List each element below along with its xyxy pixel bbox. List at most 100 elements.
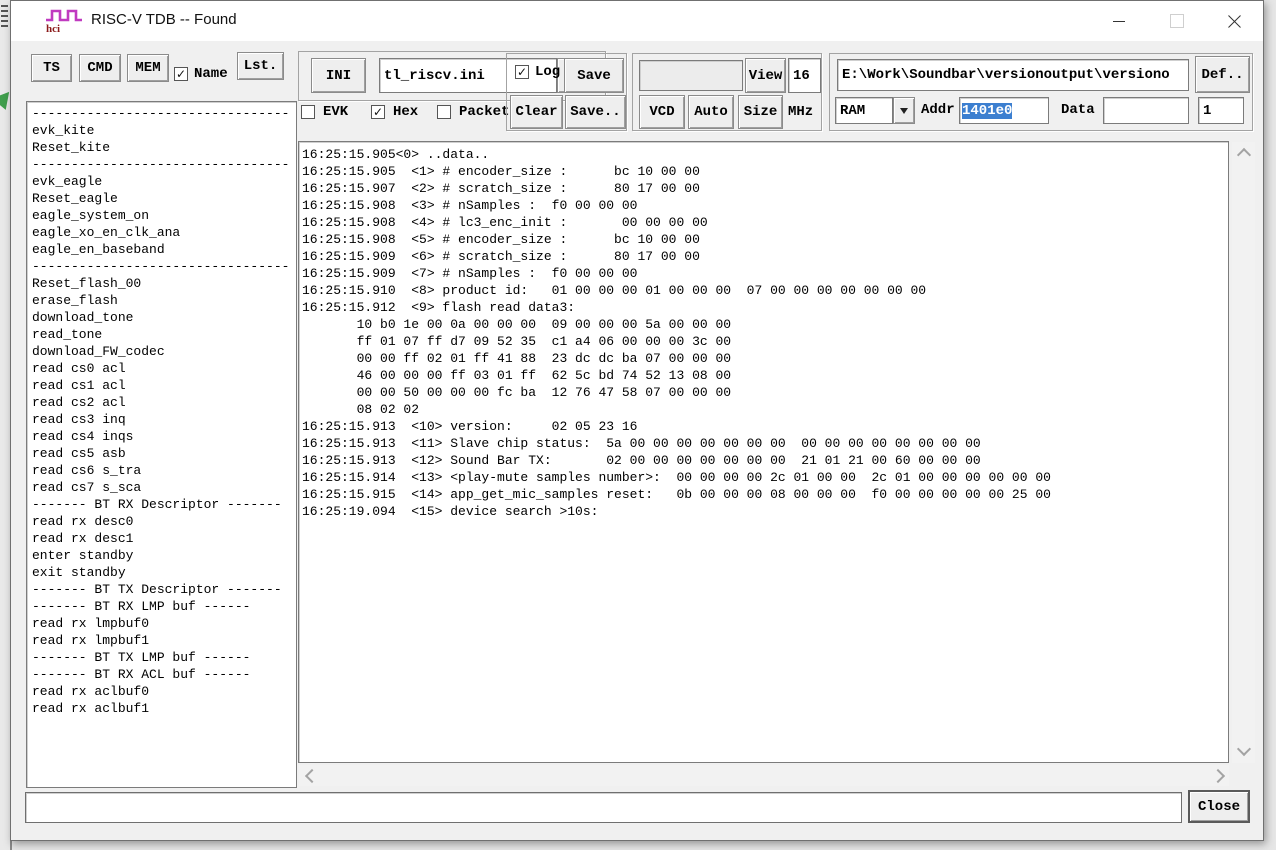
log-checkbox[interactable]: ✓: [515, 65, 529, 79]
scroll-left-icon[interactable]: [305, 769, 319, 783]
size-button[interactable]: Size: [738, 95, 783, 129]
mem-button[interactable]: MEM: [127, 54, 169, 82]
repeat-count-input[interactable]: 1: [1198, 97, 1244, 124]
command-list-item[interactable]: ------- BT RX LMP buf ------: [32, 598, 291, 615]
log-line: 08 02 02: [302, 401, 1225, 418]
view-value-field[interactable]: [639, 60, 743, 91]
command-list-item[interactable]: read rx desc0: [32, 513, 291, 530]
data-input[interactable]: [1103, 97, 1189, 124]
output-path-field[interactable]: E:\Work\Soundbar\versionoutput\versiono: [837, 59, 1189, 91]
close-button[interactable]: Close: [1189, 791, 1249, 822]
command-list-item[interactable]: read cs2 acl: [32, 394, 291, 411]
command-list-item[interactable]: Reset_flash_00: [32, 275, 291, 292]
lst-button[interactable]: Lst.: [237, 52, 284, 80]
command-list-item[interactable]: read cs1 acl: [32, 377, 291, 394]
close-window-button[interactable]: [1211, 7, 1257, 35]
command-list-item[interactable]: evk_kite: [32, 122, 291, 139]
addr-selected-text: 1401e0: [962, 103, 1012, 119]
hci-waveform-icon: hci: [43, 8, 87, 34]
scroll-up-icon[interactable]: [1237, 148, 1251, 162]
command-list-item[interactable]: evk_eagle: [32, 173, 291, 190]
log-line: 16:25:15.914 <13> <play-mute samples num…: [302, 469, 1225, 486]
log-output-panel[interactable]: 16:25:15.905<0> ..data..16:25:15.905 <1>…: [298, 141, 1229, 763]
auto-button[interactable]: Auto: [688, 95, 734, 129]
clear-button[interactable]: Clear: [510, 95, 563, 129]
memory-type-dropdown-button[interactable]: [893, 97, 915, 124]
maximize-button[interactable]: [1154, 7, 1200, 35]
addr-input[interactable]: 1401e0: [959, 97, 1049, 124]
hex-checkbox[interactable]: ✓: [371, 105, 385, 119]
command-list-item[interactable]: read cs4 inqs: [32, 428, 291, 445]
log-line: 16:25:15.905 <1> # encoder_size : bc 10 …: [302, 163, 1225, 180]
log-line: 16:25:15.913 <12> Sound Bar TX: 02 00 00…: [302, 452, 1225, 469]
command-list-item[interactable]: read cs5 asb: [32, 445, 291, 462]
command-list-item[interactable]: ------- BT RX ACL buf ------: [32, 666, 291, 683]
command-list-item[interactable]: enter standby: [32, 547, 291, 564]
command-list-item[interactable]: read cs6 s_tra: [32, 462, 291, 479]
command-list-item[interactable]: read_tone: [32, 326, 291, 343]
command-list-item[interactable]: ---------------------------------: [32, 258, 291, 275]
scroll-down-icon[interactable]: [1237, 742, 1251, 756]
log-line: 16:25:15.913 <10> version: 02 05 23 16: [302, 418, 1225, 435]
save-as-button[interactable]: Save..: [565, 95, 626, 129]
log-line: 00 00 50 00 00 00 fc ba 12 76 47 58 07 0…: [302, 384, 1225, 401]
command-list-item[interactable]: Reset_kite: [32, 139, 291, 156]
command-list-item[interactable]: read rx aclbuf0: [32, 683, 291, 700]
view-button[interactable]: View: [745, 58, 786, 93]
command-list-item[interactable]: eagle_xo_en_clk_ana: [32, 224, 291, 241]
minimize-icon: [1113, 21, 1125, 22]
evk-checkbox-label: EVK: [323, 104, 348, 120]
view-count-field[interactable]: 16: [788, 58, 821, 93]
command-list-item[interactable]: ---------------------------------: [32, 105, 291, 122]
log-line: 16:25:15.910 <8> product id: 01 00 00 00…: [302, 282, 1225, 299]
command-list-item[interactable]: Reset_eagle: [32, 190, 291, 207]
command-list-item[interactable]: ---------------------------------: [32, 156, 291, 173]
vcd-button[interactable]: VCD: [639, 95, 685, 129]
ts-button[interactable]: TS: [31, 54, 72, 82]
command-list-item[interactable]: eagle_en_baseband: [32, 241, 291, 258]
log-line: 16:25:15.908 <3> # nSamples : f0 00 00 0…: [302, 197, 1225, 214]
log-line: 16:25:15.909 <6> # scratch_size : 80 17 …: [302, 248, 1225, 265]
command-list-item[interactable]: read rx lmpbuf1: [32, 632, 291, 649]
memory-type-select[interactable]: RAM: [835, 97, 893, 124]
log-line: 16:25:15.905<0> ..data..: [302, 146, 1225, 163]
log-horizontal-scrollbar[interactable]: [299, 765, 1229, 786]
command-list-item[interactable]: ------- BT TX Descriptor -------: [32, 581, 291, 598]
command-list-item[interactable]: erase_flash: [32, 292, 291, 309]
command-list-item[interactable]: read rx desc1: [32, 530, 291, 547]
command-list-item[interactable]: read cs3 inq: [32, 411, 291, 428]
log-line: 16:25:15.908 <5> # encoder_size : bc 10 …: [302, 231, 1225, 248]
name-checkbox-label: Name: [194, 66, 228, 82]
app-window: hci RISC-V TDB -- Found TS CMD MEM ✓ Nam…: [10, 0, 1264, 841]
packet-checkbox-label: Packet: [459, 104, 509, 120]
command-list-item[interactable]: exit standby: [32, 564, 291, 581]
command-list-item[interactable]: read cs0 acl: [32, 360, 291, 377]
log-line: ff 01 07 ff d7 09 52 35 c1 a4 06 00 00 0…: [302, 333, 1225, 350]
log-checkbox-label: Log: [535, 64, 560, 80]
command-list-item[interactable]: ------- BT TX LMP buf ------: [32, 649, 291, 666]
scroll-right-icon[interactable]: [1211, 769, 1225, 783]
packet-checkbox[interactable]: [437, 105, 451, 119]
default-button[interactable]: Def..: [1195, 56, 1250, 93]
log-line: 10 b0 1e 00 0a 00 00 00 09 00 00 00 5a 0…: [302, 316, 1225, 333]
evk-checkbox[interactable]: [301, 105, 315, 119]
command-list-item[interactable]: read cs7 s_sca: [32, 479, 291, 496]
command-listbox[interactable]: ---------------------------------evk_kit…: [26, 101, 297, 788]
background-taskbar-icon: [1, 5, 8, 27]
command-list-item[interactable]: eagle_system_on: [32, 207, 291, 224]
minimize-button[interactable]: [1096, 7, 1142, 35]
maximize-icon: [1170, 14, 1184, 28]
command-input[interactable]: [25, 792, 1182, 823]
name-checkbox[interactable]: ✓: [174, 67, 188, 81]
cmd-button[interactable]: CMD: [79, 54, 121, 82]
command-list-item[interactable]: download_FW_codec: [32, 343, 291, 360]
command-list-item[interactable]: read rx aclbuf1: [32, 700, 291, 717]
command-list-item[interactable]: ------- BT RX Descriptor -------: [32, 496, 291, 513]
save-button[interactable]: Save: [564, 58, 624, 93]
svg-text:hci: hci: [46, 23, 60, 34]
command-list-item[interactable]: download_tone: [32, 309, 291, 326]
log-line: 00 00 ff 02 01 ff 41 88 23 dc dc ba 07 0…: [302, 350, 1225, 367]
log-vertical-scrollbar[interactable]: [1232, 142, 1255, 763]
command-list-item[interactable]: read rx lmpbuf0: [32, 615, 291, 632]
ini-button[interactable]: INI: [311, 58, 366, 93]
